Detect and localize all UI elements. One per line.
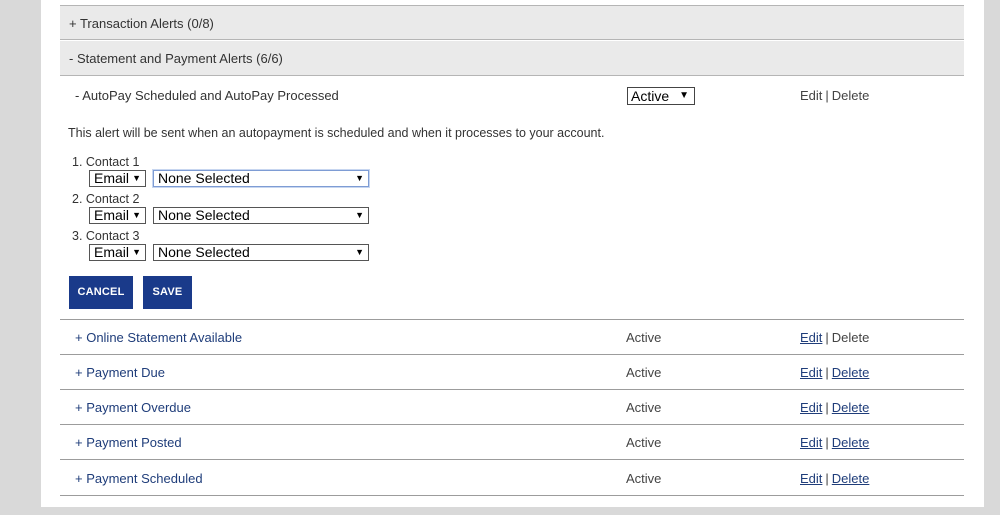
edit-link[interactable]: Edit [800,471,822,486]
caret-down-icon: ▼ [132,247,141,257]
autopay-actions: Edit | Delete [800,88,869,103]
contact-2-recipient-value: None Selected [158,207,250,223]
caret-down-icon: ▼ [355,247,364,257]
autopay-delete-link[interactable]: Delete [832,88,870,103]
contact-1-recipient-value: None Selected [158,170,250,186]
action-separator: | [825,435,829,450]
action-separator: | [825,400,829,415]
alert-name-payment-scheduled[interactable]: + Payment Scheduled [75,471,203,486]
action-separator: | [825,471,829,486]
alert-row-payment-scheduled: + Payment Scheduled Active Edit | Delete [60,461,964,496]
contact-1-recipient-select[interactable]: None Selected ▼ [153,170,369,187]
alert-name-payment-posted[interactable]: + Payment Posted [75,435,182,450]
contact-2-method-value: Email [94,207,130,223]
action-separator: | [825,330,829,345]
contact-1-method-value: Email [94,170,130,186]
contact-3-label: 3. Contact 3 [72,229,140,243]
edit-link[interactable]: Edit [800,435,822,450]
cancel-button[interactable]: CANCEL [69,276,133,309]
contact-3-recipient-select[interactable]: None Selected ▼ [153,244,369,261]
section-statement-payment-alerts-label[interactable]: - Statement and Payment Alerts (6/6) [69,51,283,66]
contact-1-method-select[interactable]: Email ▼ [89,170,146,187]
alert-actions: Edit | Delete [800,365,869,380]
alert-row-payment-overdue: + Payment Overdue Active Edit | Delete [60,390,964,425]
delete-link[interactable]: Delete [832,471,870,486]
autopay-description: This alert will be sent when an autopaym… [68,126,605,140]
alert-status: Active [626,330,662,345]
delete-link[interactable]: Delete [832,435,870,450]
action-separator: | [825,88,829,103]
delete-link[interactable]: Delete [832,400,870,415]
edit-link[interactable]: Edit [800,330,822,345]
alert-name-payment-overdue[interactable]: + Payment Overdue [75,400,191,415]
alert-row-payment-due: + Payment Due Active Edit | Delete [60,355,964,390]
autopay-alert-title[interactable]: - AutoPay Scheduled and AutoPay Processe… [75,88,339,103]
edit-link[interactable]: Edit [800,400,822,415]
contact-3-recipient-value: None Selected [158,244,250,260]
caret-down-icon: ▼ [355,210,364,220]
alert-name-online-statement[interactable]: + Online Statement Available [75,330,242,345]
delete-link[interactable]: Delete [832,365,870,380]
contact-2-method-select[interactable]: Email ▼ [89,207,146,224]
contact-1-label: 1. Contact 1 [72,155,140,169]
save-button[interactable]: SAVE [143,276,192,309]
alert-status: Active [626,365,662,380]
alerts-panel: + Transaction Alerts (0/8) - Statement a… [41,0,984,507]
section-transaction-alerts[interactable]: + Transaction Alerts (0/8) [60,5,964,40]
alert-row-online-statement: + Online Statement Available Active Edit… [60,320,964,355]
edit-link[interactable]: Edit [800,365,822,380]
caret-down-icon: ▼ [679,90,689,101]
autopay-status-value: Active [631,88,670,104]
caret-down-icon: ▼ [132,173,141,183]
section-statement-payment-alerts[interactable]: - Statement and Payment Alerts (6/6) [60,41,964,76]
contact-3-method-select[interactable]: Email ▼ [89,244,146,261]
delete-link[interactable]: Delete [832,330,870,345]
autopay-edit-link[interactable]: Edit [800,88,822,103]
contact-3-method-value: Email [94,244,130,260]
alert-actions: Edit | Delete [800,435,869,450]
contact-2-recipient-select[interactable]: None Selected ▼ [153,207,369,224]
action-separator: | [825,365,829,380]
alert-status: Active [626,400,662,415]
caret-down-icon: ▼ [355,173,364,183]
autopay-status-select[interactable]: Active ▼ [627,87,695,105]
alert-actions: Edit | Delete [800,471,869,486]
alert-status: Active [626,471,662,486]
alert-actions: Edit | Delete [800,400,869,415]
alert-actions: Edit | Delete [800,330,869,345]
alert-row-payment-posted: + Payment Posted Active Edit | Delete [60,425,964,460]
caret-down-icon: ▼ [132,210,141,220]
alert-name-payment-due[interactable]: + Payment Due [75,365,165,380]
section-transaction-alerts-label[interactable]: + Transaction Alerts (0/8) [69,16,214,31]
contact-2-label: 2. Contact 2 [72,192,140,206]
alert-status: Active [626,435,662,450]
